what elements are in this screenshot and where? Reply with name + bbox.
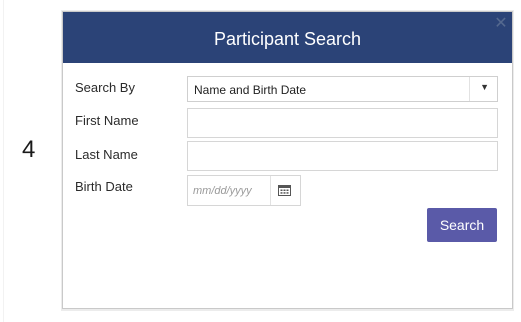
- select-divider: [469, 77, 470, 101]
- step-number: 4: [22, 136, 36, 163]
- last-name-input[interactable]: [187, 141, 498, 171]
- dialog-header: Participant Search ✕: [63, 12, 512, 63]
- chevron-down-icon: ▼: [480, 82, 489, 92]
- birth-date-label: Birth Date: [75, 179, 133, 194]
- first-name-input[interactable]: [187, 108, 498, 138]
- dialog-title: Participant Search: [213, 29, 362, 49]
- search-by-label: Search By: [75, 80, 135, 95]
- search-by-select[interactable]: Name and Birth Date ▼: [187, 76, 498, 102]
- first-name-label: First Name: [75, 113, 139, 128]
- left-edge-line: [3, 0, 4, 322]
- calendar-icon[interactable]: [278, 184, 291, 196]
- search-button[interactable]: Search: [427, 208, 497, 242]
- close-icon[interactable]: ✕: [494, 16, 508, 32]
- date-divider: [270, 176, 271, 205]
- birth-date-input[interactable]: mm/dd/yyyy: [187, 175, 301, 206]
- search-by-selected-value: Name and Birth Date: [194, 83, 307, 97]
- last-name-label: Last Name: [75, 147, 138, 162]
- birth-date-placeholder: mm/dd/yyyy: [193, 185, 252, 197]
- participant-search-dialog: Participant Search ✕ Search By Name and …: [62, 11, 513, 309]
